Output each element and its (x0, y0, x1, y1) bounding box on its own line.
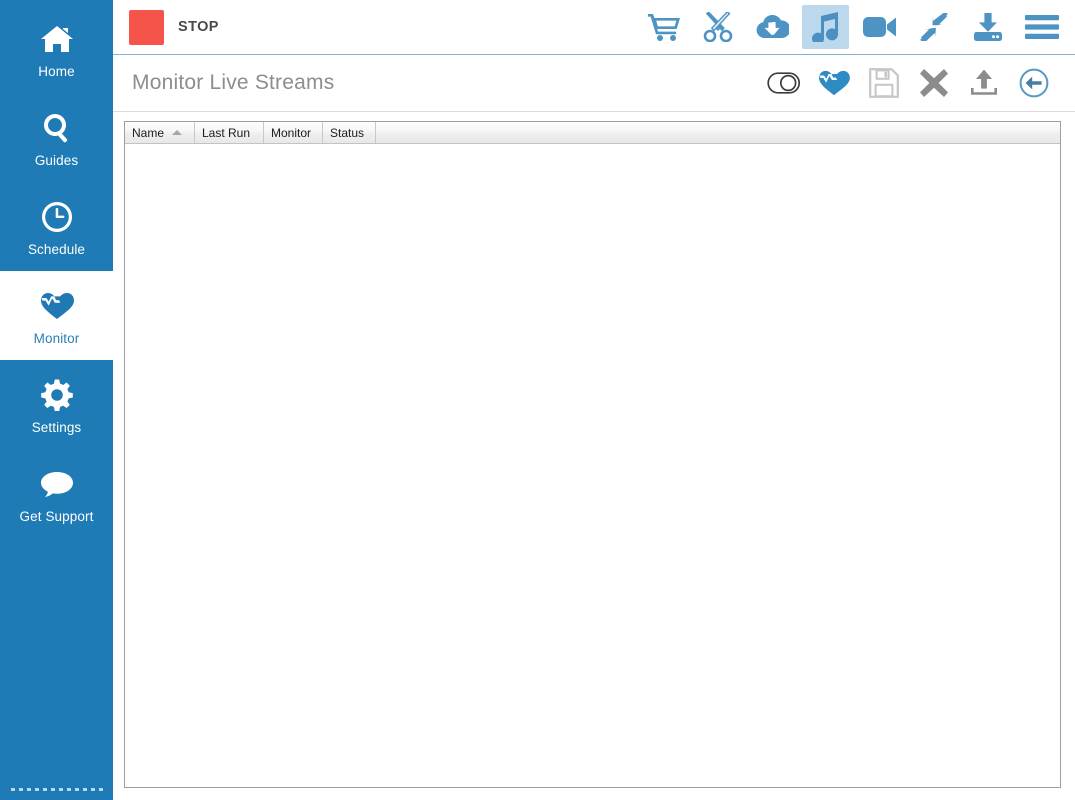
sidebar-item-label: Monitor (34, 331, 80, 346)
monitor-heart-button[interactable] (815, 63, 853, 103)
shopping-cart-icon (647, 12, 681, 42)
heart-pulse-icon (818, 69, 850, 97)
sidebar-item-home[interactable]: Home (0, 4, 113, 93)
top-toolbar-icons (640, 5, 1069, 49)
content-body: Name Last Run Monitor Status (113, 112, 1075, 800)
stop-square-icon (129, 10, 164, 45)
home-icon (40, 18, 74, 60)
save-disk-icon (869, 68, 899, 98)
column-header-label: Monitor (271, 126, 311, 140)
cloud-download-button[interactable] (748, 5, 795, 49)
column-header-label: Last Run (202, 126, 250, 140)
sidebar-navigation: Home Guides Schedule (0, 0, 113, 800)
clock-icon (41, 196, 73, 238)
scissors-button[interactable] (694, 5, 741, 49)
music-note-button[interactable] (802, 5, 849, 49)
video-camera-icon (863, 14, 897, 40)
close-button[interactable] (915, 63, 953, 103)
hamburger-menu-icon (1025, 14, 1059, 40)
sidebar-item-label: Guides (35, 153, 78, 168)
streams-data-grid: Name Last Run Monitor Status (124, 121, 1061, 788)
compress-arrows-button[interactable] (910, 5, 957, 49)
upload-button[interactable] (965, 63, 1003, 103)
save-button[interactable] (865, 63, 903, 103)
stop-button-label: STOP (178, 19, 219, 35)
gear-icon (41, 374, 73, 416)
back-arrow-icon (1019, 68, 1049, 98)
toggle-switch-icon (767, 71, 801, 95)
column-header-label: Status (330, 126, 364, 140)
page-header-icons (765, 63, 1065, 103)
sidebar-item-settings[interactable]: Settings (0, 360, 113, 449)
music-note-icon (812, 12, 840, 42)
sidebar-item-label: Get Support (20, 509, 94, 524)
column-header-status[interactable]: Status (323, 122, 376, 143)
sidebar-item-monitor[interactable]: Monitor (0, 271, 113, 360)
sort-ascending-icon (172, 130, 182, 135)
back-button[interactable] (1015, 63, 1053, 103)
sidebar-item-label: Schedule (28, 242, 85, 257)
column-header-label: Name (132, 126, 164, 140)
column-header-filler (376, 122, 1060, 143)
column-header-last-run[interactable]: Last Run (195, 122, 264, 143)
column-header-monitor[interactable]: Monitor (264, 122, 323, 143)
page-title: Monitor Live Streams (132, 71, 334, 95)
sidebar-item-label: Settings (32, 420, 82, 435)
page-header: Monitor Live Streams (113, 55, 1075, 112)
grid-header-row: Name Last Run Monitor Status (125, 122, 1060, 144)
search-icon (41, 107, 73, 149)
top-toolbar: STOP (113, 0, 1075, 55)
hamburger-menu-button[interactable] (1018, 5, 1065, 49)
heart-pulse-icon (40, 285, 74, 327)
cloud-download-icon (755, 13, 789, 41)
column-header-name[interactable]: Name (125, 122, 195, 143)
chat-bubble-icon (40, 463, 74, 505)
grid-body-empty (125, 144, 1060, 787)
sidebar-item-schedule[interactable]: Schedule (0, 182, 113, 271)
download-drive-icon (972, 12, 1004, 42)
sidebar-resize-grip[interactable] (0, 788, 113, 794)
toggle-switch-button[interactable] (765, 63, 803, 103)
shopping-cart-button[interactable] (640, 5, 687, 49)
scissors-icon (702, 12, 734, 42)
main-content-area: STOP (113, 0, 1075, 800)
stop-button[interactable]: STOP (125, 8, 223, 47)
compress-arrows-icon (919, 13, 949, 41)
sidebar-item-guides[interactable]: Guides (0, 93, 113, 182)
download-drive-button[interactable] (964, 5, 1011, 49)
sidebar-item-label: Home (38, 64, 74, 79)
application-window: Home Guides Schedule (0, 0, 1075, 800)
close-x-icon (920, 69, 948, 97)
video-camera-button[interactable] (856, 5, 903, 49)
sidebar-item-get-support[interactable]: Get Support (0, 449, 113, 538)
upload-icon (969, 69, 999, 97)
